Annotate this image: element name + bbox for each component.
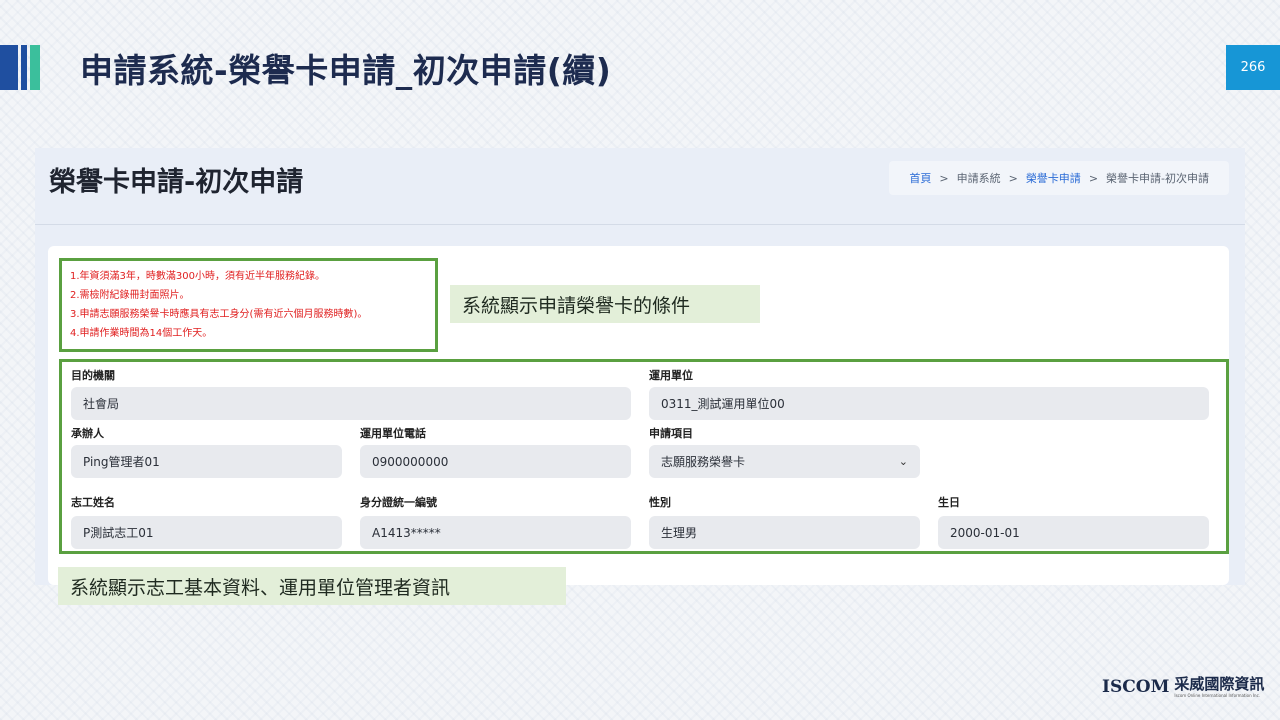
breadcrumb-honor-card[interactable]: 榮譽卡申請 [1026, 170, 1081, 186]
volunteer-info-form: 目的機關 社會局 運用單位 0311_測試運用單位00 承辦人 Ping管理者0… [59, 359, 1229, 554]
id-number-field[interactable]: A1413***** [360, 516, 631, 549]
condition-item: 4.申請作業時間為14個工作天。 [70, 328, 213, 339]
volunteer-name-label: 志工姓名 [71, 496, 115, 509]
breadcrumb-current: 榮譽卡申請-初次申請 [1106, 172, 1209, 185]
logo-subtext: Iscom Online International Information I… [1174, 692, 1261, 698]
title-accent-bar [0, 45, 18, 90]
agency-field[interactable]: 社會局 [71, 387, 631, 420]
page-number-badge: 266 [1226, 45, 1280, 90]
condition-item: 2.需檢附紀錄冊封面照片。 [70, 290, 190, 301]
item-label: 申請項目 [649, 427, 693, 440]
page-title: 榮譽卡申請-初次申請 [49, 167, 304, 198]
breadcrumb-separator: > [939, 171, 949, 185]
item-select-value: 志願服務榮譽卡 [661, 455, 746, 469]
breadcrumb-apply-system: 申請系統 [956, 172, 1001, 185]
condition-item: 1.年資須滿3年，時數滿300小時，須有近半年服務紀錄。 [70, 271, 325, 282]
company-logo: ISCOM 采威國際資訊 Iscom Online International … [1102, 672, 1264, 702]
condition-item: 3.申請志願服務榮譽卡時應具有志工身分(需有近六個月服務時數)。 [70, 309, 368, 320]
title-accent-bar [30, 45, 40, 90]
breadcrumb-home[interactable]: 首頁 [909, 170, 931, 186]
item-select[interactable]: 志願服務榮譽卡 ⌄ [649, 445, 920, 478]
logo-text-en: ISCOM [1102, 677, 1170, 697]
logo-text-zh: 采威國際資訊 [1174, 674, 1265, 693]
handler-field[interactable]: Ping管理者01 [71, 445, 342, 478]
breadcrumb-separator: > [1008, 171, 1018, 185]
chevron-down-icon: ⌄ [898, 455, 908, 468]
unit-phone-field[interactable]: 0900000000 [360, 445, 631, 478]
volunteer-name-field[interactable]: P測試志工01 [71, 516, 342, 549]
title-accent-bar [21, 45, 27, 90]
unit-label: 運用單位 [649, 369, 693, 382]
slide-title: 申請系統-榮譽卡申請_初次申請(續) [80, 51, 612, 90]
agency-label: 目的機關 [71, 369, 115, 382]
breadcrumb-separator: > [1088, 171, 1099, 185]
unit-field[interactable]: 0311_測試運用單位00 [649, 387, 1209, 420]
breadcrumb: 首頁 > 申請系統 > 榮譽卡申請 > 榮譽卡申請-初次申請 [889, 161, 1229, 195]
form-callout: 系統顯示志工基本資料、運用單位管理者資訊 [58, 567, 566, 605]
birthday-field[interactable]: 2000-01-01 [938, 516, 1209, 549]
handler-label: 承辦人 [71, 427, 104, 440]
conditions-callout: 系統顯示申請榮譽卡的條件 [450, 285, 760, 323]
gender-label: 性別 [649, 496, 671, 509]
id-number-label: 身分證統一編號 [360, 496, 437, 509]
birthday-label: 生日 [938, 496, 960, 509]
unit-phone-label: 運用單位電話 [360, 427, 426, 440]
gender-field[interactable]: 生理男 [649, 516, 920, 549]
page-header: 榮譽卡申請-初次申請 首頁 > 申請系統 > 榮譽卡申請 > 榮譽卡申請-初次申… [35, 148, 1245, 225]
conditions-notice: 1.年資須滿3年，時數滿300小時，須有近半年服務紀錄。 2.需檢附紀錄冊封面照… [59, 258, 438, 352]
